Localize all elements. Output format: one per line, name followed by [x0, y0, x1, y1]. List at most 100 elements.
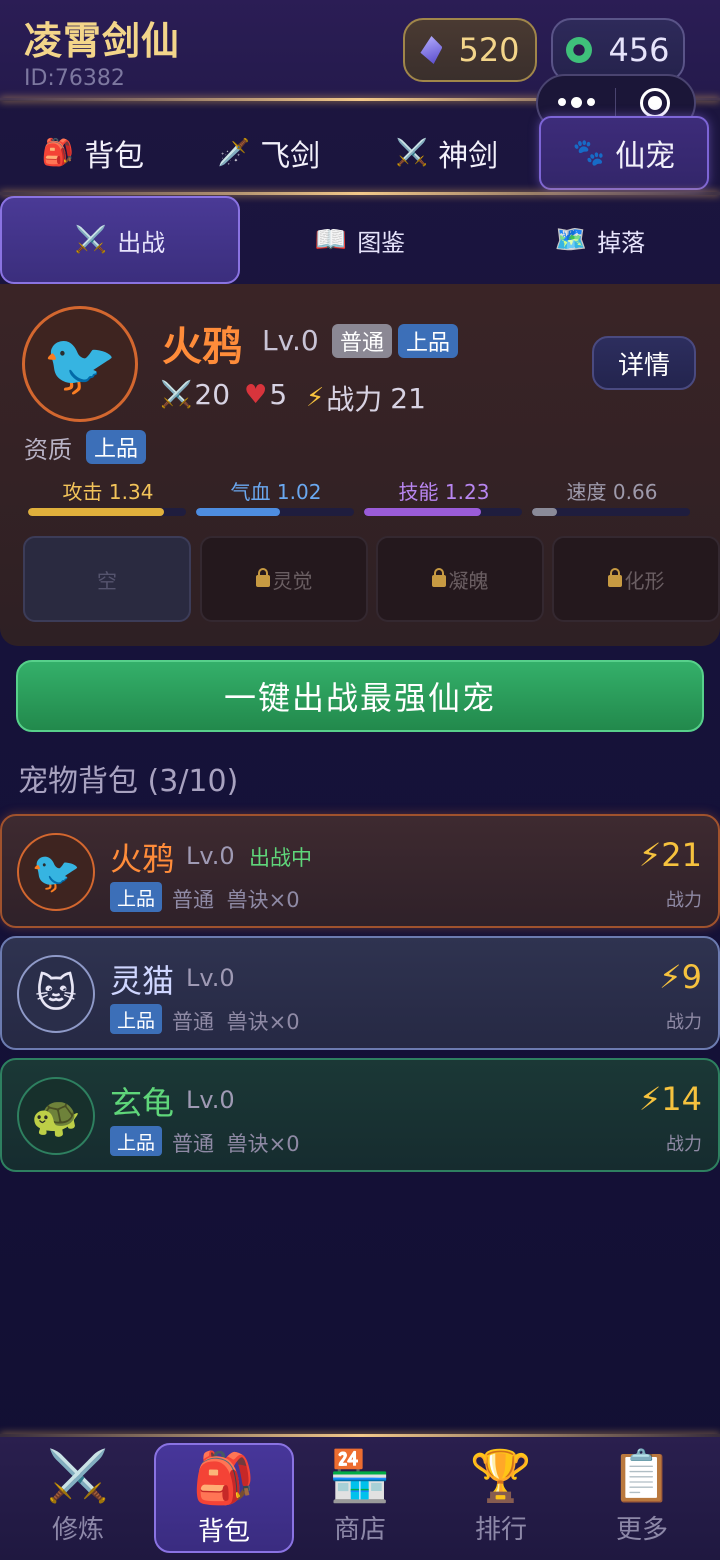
- pet-name: 灵猫: [110, 962, 175, 1000]
- growth-speed-fill: [532, 508, 558, 516]
- clipboard-icon: 📋: [610, 1447, 674, 1505]
- pet-status: 出战中: [249, 846, 312, 870]
- pet-level: Lv.0: [186, 964, 235, 992]
- pet-grade-badge: 上品: [110, 1004, 163, 1034]
- tab-spirit-pet[interactable]: 🐾 仙宠: [539, 116, 709, 190]
- nav-more[interactable]: 📋 更多: [572, 1443, 712, 1553]
- pet-level: Lv.0: [186, 1086, 235, 1114]
- nav-label: 排行: [474, 1515, 527, 1545]
- dagger-icon: 🗡️: [217, 138, 251, 168]
- paw-prints-icon: 🐾: [572, 138, 606, 168]
- pet-list-item[interactable]: 🐦 火鸦 Lv.0 出战中 上品 普通 兽诀×0 ⚡21 战力: [0, 814, 720, 928]
- backpack-icon: 🎒: [41, 138, 75, 168]
- pet-list-item[interactable]: 🐱 灵猫 Lv.0 上品 普通 兽诀×0 ⚡9 战力: [0, 936, 720, 1050]
- growth-skill-label: 技能 1.23: [398, 480, 490, 504]
- tab-label: 神剑: [438, 139, 499, 174]
- backpack-icon: 🎒: [192, 1449, 256, 1507]
- nav-label: 商店: [333, 1515, 386, 1545]
- tab-flying-sword[interactable]: 🗡️ 飞剑: [184, 116, 354, 190]
- game-title: 凌霄剑仙: [24, 19, 181, 63]
- subtab-label: 出战: [117, 228, 166, 257]
- growth-attack-label: 攻击 1.34: [62, 480, 154, 504]
- pet-name: 火鸦: [110, 840, 175, 878]
- nav-shop[interactable]: 🏪 商店: [290, 1443, 430, 1553]
- pet-name: 火鸦: [162, 324, 242, 370]
- pet-power: ⚡21: [638, 836, 702, 874]
- pet-power: ⚡9: [659, 958, 702, 996]
- detail-button[interactable]: 详情: [592, 336, 696, 390]
- pet-power-label: 战力: [666, 890, 702, 911]
- subtab-label: 图鉴: [357, 228, 406, 257]
- lock-icon: [431, 568, 446, 587]
- nav-label: 背包: [197, 1517, 250, 1547]
- gem-icon: [420, 36, 443, 64]
- pet-list-item[interactable]: 🐢 玄龟 Lv.0 上品 普通 兽诀×0 ⚡14 战力: [0, 1058, 720, 1172]
- crossed-swords-icon: ⚔️: [74, 225, 108, 255]
- skill-slot-locked[interactable]: 灵觉: [200, 536, 368, 622]
- attack-value: 20: [194, 378, 231, 411]
- skill-slot-locked[interactable]: 化形: [552, 536, 720, 622]
- jade-amount: 456: [608, 31, 670, 69]
- tab-backpack[interactable]: 🎒 背包: [8, 116, 178, 190]
- power-stat: ⚡ 战力 21: [306, 378, 426, 418]
- heart-icon: ♥: [244, 379, 268, 410]
- jade-currency[interactable]: 456: [551, 18, 685, 82]
- deploy-strongest-pet-button[interactable]: 一键出战最强仙宠: [16, 660, 704, 732]
- nav-ranking[interactable]: 🏆 排行: [431, 1443, 571, 1553]
- growth-hp-bar: [196, 508, 354, 516]
- growth-attack-fill: [28, 508, 164, 516]
- subtab-drops[interactable]: 🗺️ 掉落: [480, 196, 720, 284]
- growth-skill-bar: [364, 508, 522, 516]
- subtab-deploy[interactable]: ⚔️ 出战: [0, 196, 240, 284]
- aptitude-label: 资质: [24, 436, 72, 464]
- aptitude-badge: 上品: [86, 430, 147, 464]
- subtab-label: 掉落: [597, 228, 646, 257]
- tab-divine-sword[interactable]: ⚔️ 神剑: [362, 116, 532, 190]
- pet-power-label: 战力: [666, 1134, 702, 1155]
- slot-label: 化形: [624, 568, 665, 593]
- slot-label: 凝魄: [448, 568, 489, 593]
- pet-bag-title: 宠物背包 (3/10): [18, 764, 239, 799]
- nav-backpack[interactable]: 🎒 背包: [154, 1443, 294, 1553]
- growth-skill-fill: [364, 508, 481, 516]
- hp-stat: ♥ 5: [244, 378, 287, 411]
- pet-grade-badge: 上品: [110, 882, 163, 912]
- map-icon: 🗺️: [554, 225, 588, 255]
- gem-amount: 520: [458, 31, 520, 69]
- tab-label: 仙宠: [615, 139, 676, 174]
- main-tabs: 🎒 背包 🗡️ 飞剑 ⚔️ 神剑 🐾 仙宠: [0, 104, 720, 192]
- pet-power: ⚡14: [638, 1080, 702, 1118]
- lock-icon: [255, 568, 270, 587]
- hp-value: 5: [269, 378, 288, 411]
- tab-label: 背包: [84, 139, 145, 174]
- sub-tabs: ⚔️ 出战 📖 图鉴 🗺️ 掉落: [0, 196, 720, 284]
- crossed-swords-icon: ⚔️: [46, 1447, 110, 1505]
- active-pet-card: 🐦 火鸦 Lv.0 普通 上品 详情 ⚔️ 20 ♥ 5 ⚡ 战力 21 资质 …: [0, 284, 720, 646]
- black-turtle-icon: 🐢: [17, 1077, 95, 1155]
- slot-label: 灵觉: [272, 568, 313, 593]
- spirit-cat-icon: 🐱: [17, 955, 95, 1033]
- tabs-divider: [0, 192, 720, 195]
- pet-type-badge: 普通: [332, 324, 393, 358]
- pet-power-label: 战力: [666, 1012, 702, 1033]
- lock-icon: [607, 568, 622, 587]
- crossed-swords-icon: ⚔️: [395, 138, 429, 168]
- skill-slot-empty[interactable]: 空: [23, 536, 191, 622]
- bottom-nav: ⚔️ 修炼 🎒 背包 🏪 商店 🏆 排行 📋 更多: [0, 1437, 720, 1560]
- pet-level: Lv.0: [262, 324, 319, 357]
- skill-slot-locked[interactable]: 凝魄: [376, 536, 544, 622]
- power-label: 战力: [326, 383, 383, 416]
- store-icon: 🏪: [328, 1447, 392, 1505]
- lightning-icon: ⚡: [306, 383, 325, 413]
- gem-currency[interactable]: 520: [403, 18, 537, 82]
- pet-name: 玄龟: [110, 1084, 175, 1122]
- nav-cultivate[interactable]: ⚔️ 修炼: [8, 1443, 148, 1553]
- subtab-codex[interactable]: 📖 图鉴: [240, 196, 480, 284]
- growth-speed-bar: [532, 508, 690, 516]
- player-id: ID:76382: [24, 66, 125, 91]
- pet-meta: 普通 兽诀×0: [172, 1010, 300, 1034]
- growth-hp-label: 气血 1.02: [230, 480, 322, 504]
- nav-label: 更多: [615, 1515, 668, 1545]
- pet-grade-badge: 上品: [398, 324, 459, 358]
- slot-label: 空: [97, 568, 117, 593]
